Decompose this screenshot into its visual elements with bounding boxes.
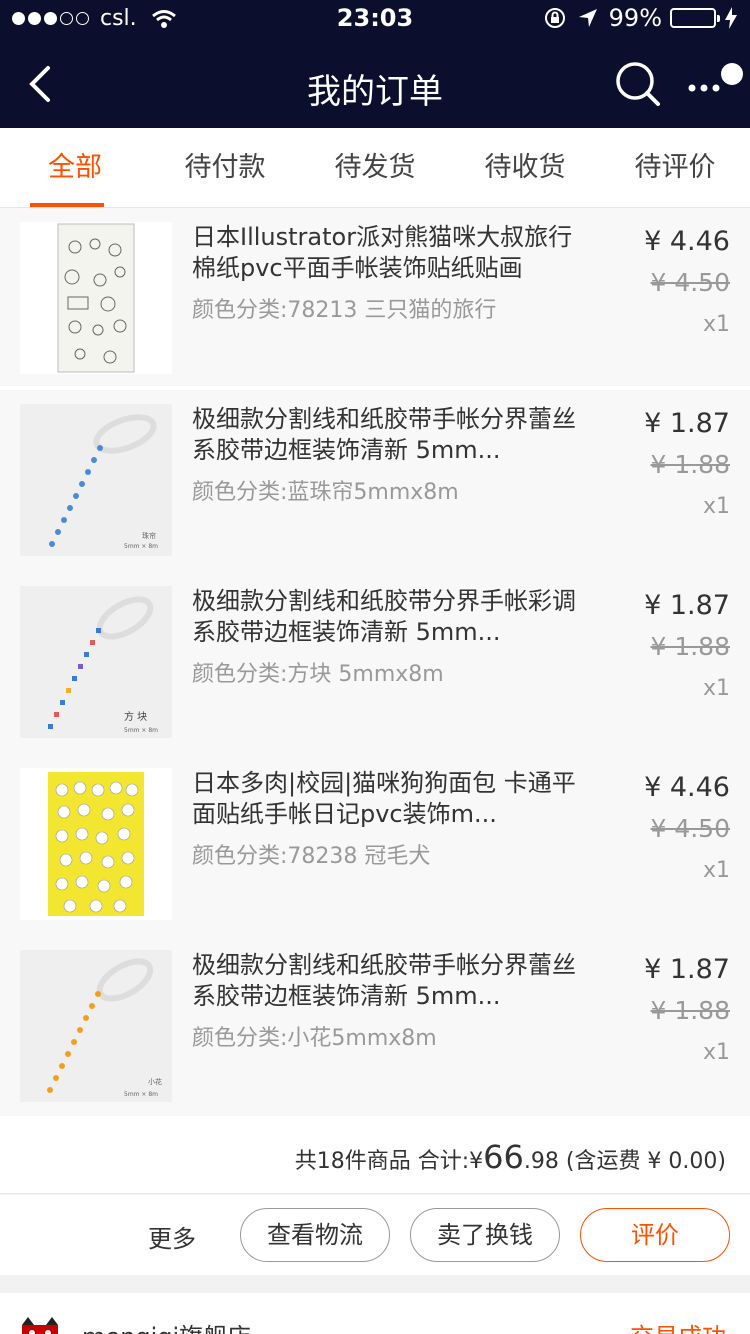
thumb-label: 小花 <box>148 1077 162 1086</box>
order-item[interactable]: 日本多肉|校园|猫咪狗狗面包 卡通平面贴纸手帐日记pvc装饰m... 颜色分类:… <box>0 754 750 936</box>
product-name[interactable]: 日本多肉|校园|猫咪狗狗面包 卡通平面贴纸手帐日记pvc装饰m... <box>192 768 584 830</box>
order-status: 交易成功 <box>630 1317 726 1334</box>
battery-percent: 99% <box>608 4 662 32</box>
product-price: ¥ 1.87 <box>644 590 730 621</box>
order-item[interactable]: 日本Illustrator派对熊猫咪大叔旅行棉纸pvc平面手帐装饰贴纸贴画 颜色… <box>0 208 750 386</box>
product-thumbnail[interactable]: 珠帘 5mm × 8m <box>20 404 172 556</box>
sticker-sheet-yellow-image <box>48 772 144 916</box>
status-bar: csl. 23:03 99% <box>0 0 750 42</box>
product-original-price: ¥ 4.50 <box>650 814 730 843</box>
tab-pending-shipment[interactable]: 待发货 <box>300 128 450 207</box>
product-price: ¥ 1.87 <box>644 408 730 439</box>
product-quantity: x1 <box>702 312 730 337</box>
store-logo-icon <box>22 1317 58 1334</box>
location-arrow-icon <box>578 9 597 27</box>
total-integer: 66 <box>483 1138 524 1176</box>
washi-tape-flower-image: 小花 5mm × 8m <box>47 958 162 1098</box>
order-items: 日本Illustrator派对熊猫咪大叔旅行棉纸pvc平面手帐装饰贴纸贴画 颜色… <box>0 208 750 1118</box>
tab-pending-review[interactable]: 待评价 <box>600 128 750 207</box>
product-spec: 颜色分类:78213 三只猫的旅行 <box>192 298 497 323</box>
total-decimal: .98 <box>523 1149 559 1174</box>
resell-button[interactable]: 卖了换钱 <box>410 1208 560 1262</box>
product-name[interactable]: 日本Illustrator派对熊猫咪大叔旅行棉纸pvc平面手帐装饰贴纸贴画 <box>192 222 584 284</box>
washi-tape-blue-image: 珠帘 5mm × 8m <box>49 414 158 550</box>
product-quantity: x1 <box>702 1040 730 1065</box>
product-name[interactable]: 极细款分割线和纸胶带手帐分界蕾丝系胶带边框装饰清新 5mm... <box>192 404 584 466</box>
washi-tape-blocks-image: 方 块 5mm × 8m <box>48 596 158 734</box>
next-order-header[interactable]: mengiqi旗舰店 交易成功 <box>0 1293 750 1334</box>
product-price: ¥ 4.46 <box>644 772 730 803</box>
product-quantity: x1 <box>702 858 730 883</box>
product-price: ¥ 4.46 <box>644 226 730 257</box>
product-name[interactable]: 极细款分割线和纸胶带分界手帐彩调系胶带边框装饰清新 5mm... <box>192 586 584 648</box>
review-button[interactable]: 评价 <box>580 1208 730 1262</box>
svg-text:5mm × 8m: 5mm × 8m <box>124 727 158 734</box>
summary-text: 共18件商品 合计:¥66.98 (含运费 ¥ 0.00) <box>295 1138 726 1176</box>
order-tabs: 全部 待付款 待发货 待收货 待评价 <box>0 128 750 208</box>
svg-text:5mm × 8m: 5mm × 8m <box>124 1091 158 1098</box>
product-quantity: x1 <box>702 676 730 701</box>
thumb-label: 方 块 <box>124 710 147 723</box>
order-item[interactable]: 珠帘 5mm × 8m 极细款分割线和纸胶带手帐分界蕾丝系胶带边框装饰清新 5m… <box>0 390 750 572</box>
nav-bar: 我的订单 <box>0 42 750 128</box>
store-name[interactable]: mengiqi旗舰店 <box>82 1317 251 1334</box>
product-original-price: ¥ 1.88 <box>650 450 730 479</box>
status-right: 99% <box>543 4 738 32</box>
product-original-price: ¥ 1.88 <box>650 996 730 1025</box>
shipping-fee: (含运费 ¥ 0.00) <box>565 1149 726 1174</box>
product-original-price: ¥ 4.50 <box>650 268 730 297</box>
top-bar: csl. 23:03 99% 我的订单 <box>0 0 750 128</box>
thumb-label: 珠帘 <box>142 531 156 540</box>
order-item[interactable]: 方 块 5mm × 8m 极细款分割线和纸胶带分界手帐彩调系胶带边框装饰清新 5… <box>0 572 750 754</box>
charging-bolt-icon <box>725 7 737 29</box>
tab-pending-payment[interactable]: 待付款 <box>150 128 300 207</box>
product-name[interactable]: 极细款分割线和纸胶带手帐分界蕾丝系胶带边框装饰清新 5mm... <box>192 950 584 1012</box>
more-link[interactable]: 更多 <box>148 1219 196 1254</box>
tab-pending-receipt[interactable]: 待收货 <box>450 128 600 207</box>
order-summary: 共18件商品 合计:¥66.98 (含运费 ¥ 0.00) <box>0 1116 750 1194</box>
tab-all[interactable]: 全部 <box>0 128 150 207</box>
order-item[interactable]: 小花 5mm × 8m 极细款分割线和纸胶带手帐分界蕾丝系胶带边框装饰清新 5m… <box>0 936 750 1118</box>
product-spec: 颜色分类:小花5mmx8m <box>192 1026 437 1051</box>
total-prefix: 合计:¥ <box>417 1149 484 1174</box>
product-spec: 颜色分类:方块 5mmx8m <box>192 662 444 687</box>
order-actions: 更多 查看物流 卖了换钱 评价 <box>0 1195 750 1275</box>
product-thumbnail[interactable] <box>20 222 172 374</box>
product-original-price: ¥ 1.88 <box>650 632 730 661</box>
product-thumbnail[interactable] <box>20 768 172 920</box>
svg-text:5mm × 8m: 5mm × 8m <box>124 543 158 550</box>
battery-icon <box>670 8 720 28</box>
view-logistics-button[interactable]: 查看物流 <box>240 1208 390 1262</box>
product-spec: 颜色分类:蓝珠帘5mmx8m <box>192 480 459 505</box>
product-spec: 颜色分类:78238 冠毛犬 <box>192 844 431 869</box>
rotation-lock-icon <box>544 8 565 28</box>
product-price: ¥ 1.87 <box>644 954 730 985</box>
item-count: 共18件商品 <box>294 1149 411 1174</box>
sticker-sheet-image <box>57 223 135 373</box>
product-thumbnail[interactable]: 小花 5mm × 8m <box>20 950 172 1102</box>
product-thumbnail[interactable]: 方 块 5mm × 8m <box>20 586 172 738</box>
more-icon[interactable] <box>684 60 744 108</box>
search-icon[interactable] <box>614 60 662 108</box>
product-quantity: x1 <box>702 494 730 519</box>
